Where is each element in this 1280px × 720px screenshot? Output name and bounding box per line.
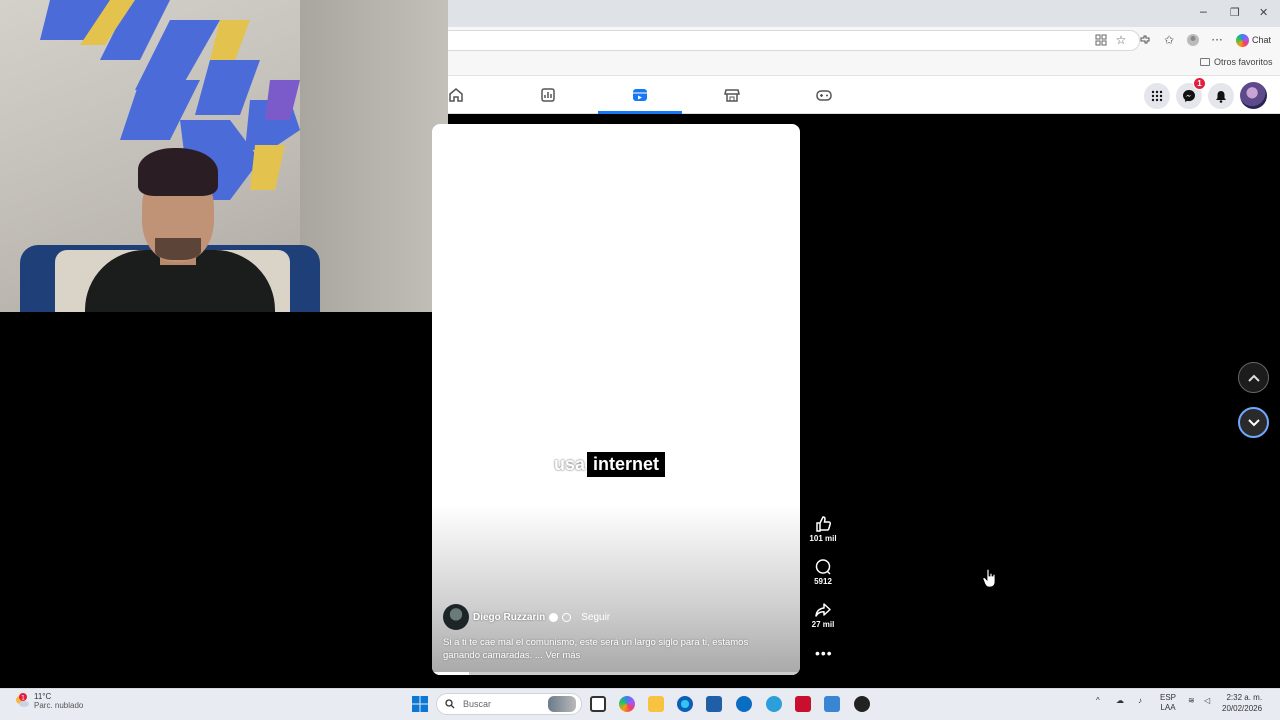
reel-author: Diego Ruzzarin Seguir (443, 604, 610, 630)
author-name[interactable]: Diego Ruzzarin (473, 612, 545, 623)
close-button[interactable]: ✕ (1259, 6, 1268, 19)
apps-icon[interactable] (1092, 31, 1110, 49)
messenger-icon (1183, 90, 1195, 102)
hand-cursor-icon (983, 568, 996, 588)
more-icon[interactable]: ··· (1208, 31, 1226, 49)
search-highlight-icon (548, 696, 576, 712)
profile-icon[interactable] (1184, 31, 1202, 49)
like-count: 101 mil (809, 534, 837, 543)
start-button[interactable] (411, 695, 429, 713)
like-button[interactable]: 101 mil (808, 515, 838, 543)
app-icon[interactable] (766, 696, 782, 712)
gaming-icon (816, 90, 832, 101)
reel-progress-fill (432, 672, 469, 675)
reel-progress-bar[interactable] (432, 672, 800, 675)
weather-description: Parc. nublado (34, 701, 84, 710)
webcam-wall-corner (300, 0, 448, 312)
reel-video[interactable]: usa internet Diego Ruzzarin Seguir Si a … (432, 124, 800, 675)
screen: ─ ❐ ✕ ☆ ✩ ··· Chat Otros favoritos 1 usa… (0, 0, 1280, 720)
verified-icon (549, 612, 559, 622)
microphone-icon[interactable]: ♪ (1138, 696, 1142, 705)
tab-feeds[interactable] (506, 76, 590, 114)
reels-icon (633, 89, 647, 101)
comment-icon (815, 559, 831, 575)
comment-count: 5912 (814, 577, 832, 586)
marketplace-icon (724, 89, 740, 102)
address-bar[interactable] (440, 30, 1140, 51)
edge-icon[interactable] (677, 696, 693, 712)
messenger-badge: 1 (1193, 77, 1206, 90)
windows-taskbar (0, 688, 1280, 720)
share-count: 27 mil (811, 620, 835, 629)
previous-reel-button[interactable] (1238, 362, 1269, 393)
mcafee-icon[interactable] (795, 696, 811, 712)
chevron-up-icon (1247, 374, 1260, 382)
share-icon (815, 603, 831, 617)
extensions-icon[interactable] (1136, 31, 1154, 49)
volume-icon[interactable]: ◁ (1204, 696, 1210, 705)
wifi-icon[interactable]: ≋ (1188, 696, 1195, 705)
thumbs-up-icon (816, 516, 832, 532)
person-hair (138, 148, 218, 196)
folder-icon (1200, 58, 1210, 66)
notifications-button[interactable] (1208, 83, 1234, 109)
chevron-up-icon[interactable]: ^ (1096, 696, 1100, 705)
clock-time: 2:32 a. m. (1226, 693, 1263, 702)
feeds-icon (541, 88, 555, 102)
caption-word-1: usa (554, 454, 586, 474)
language-code: ESP (1160, 693, 1177, 702)
other-favorites-label: Otros favoritos (1214, 57, 1273, 67)
copilot-chat-button[interactable]: Chat (1232, 31, 1275, 49)
language-indicator[interactable]: ESP LAA (1160, 693, 1176, 713)
star-icon[interactable]: ☆ (1112, 31, 1130, 49)
weather-icon: 1 (14, 693, 30, 709)
media-app-icon[interactable] (854, 696, 870, 712)
other-favorites-folder[interactable]: Otros favoritos (1200, 57, 1273, 67)
hp-icon[interactable] (736, 696, 752, 712)
video-caption: usa internet (552, 452, 666, 477)
menu-button[interactable] (1144, 83, 1170, 109)
taskbar-clock[interactable]: 2:32 a. m. 20/02/2026 (1222, 692, 1262, 714)
tab-marketplace[interactable] (690, 76, 774, 114)
home-icon (449, 88, 463, 102)
globe-icon (562, 612, 572, 622)
file-explorer-icon[interactable] (648, 696, 664, 712)
language-layout: LAA (1160, 703, 1176, 712)
search-placeholder: Buscar (463, 699, 492, 709)
weather-temperature: 11°C (34, 692, 52, 701)
grid-menu-icon (1151, 90, 1163, 102)
mail-icon[interactable] (824, 696, 840, 712)
webcam-overlay (0, 0, 448, 312)
tab-reels[interactable] (598, 76, 682, 114)
next-reel-button[interactable] (1238, 407, 1269, 438)
tab-gaming[interactable] (782, 76, 866, 114)
reel-description[interactable]: Si a ti te cae mal el comunismo, este se… (443, 636, 783, 662)
follow-button[interactable]: Seguir (581, 612, 610, 623)
windows-icon (412, 696, 428, 712)
task-view-icon[interactable] (590, 696, 606, 712)
search-icon (445, 699, 455, 709)
weather-widget[interactable]: 1 11°C Parc. nublado (14, 692, 83, 710)
bell-icon (1216, 90, 1226, 103)
author-avatar[interactable] (443, 604, 469, 630)
profile-avatar[interactable] (1240, 82, 1267, 109)
copilot-taskbar-icon[interactable] (619, 696, 635, 712)
store-icon[interactable] (706, 696, 722, 712)
share-button[interactable]: 27 mil (808, 601, 838, 629)
restore-button[interactable]: ❐ (1230, 6, 1240, 19)
person-beard (155, 238, 201, 260)
chat-label: Chat (1252, 35, 1272, 45)
weather-badge: 1 (21, 695, 25, 702)
minimize-button[interactable]: ─ (1200, 6, 1207, 19)
favorites-icon[interactable]: ✩ (1160, 31, 1178, 49)
copilot-icon (1236, 33, 1249, 47)
chevron-down-icon (1247, 418, 1260, 426)
onedrive-icon[interactable]: ☁ (1116, 696, 1124, 705)
clock-date: 20/02/2026 (1222, 704, 1263, 713)
caption-word-2: internet (587, 452, 666, 477)
comment-button[interactable]: 5912 (808, 558, 838, 586)
more-options-icon[interactable]: ••• (815, 645, 833, 661)
